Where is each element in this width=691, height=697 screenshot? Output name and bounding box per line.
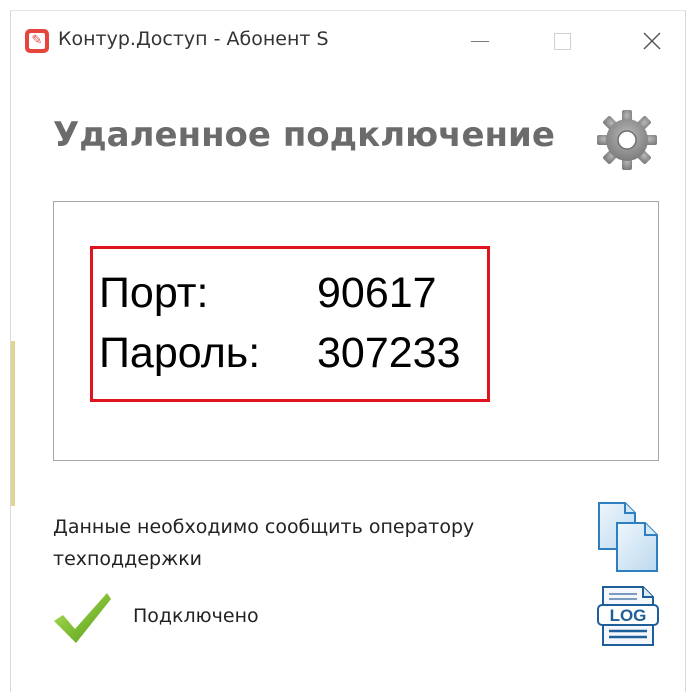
app-window: ✎ Контур.Доступ - Абонент S Удаленное по… xyxy=(10,10,686,692)
gear-icon[interactable] xyxy=(595,108,659,172)
close-button[interactable] xyxy=(629,21,675,61)
close-icon xyxy=(643,32,661,50)
kontur-app-icon: ✎ xyxy=(25,29,49,53)
checkmark-icon xyxy=(54,593,111,643)
window-edge-accent xyxy=(11,341,15,506)
port-value: 90617 xyxy=(317,269,437,317)
password-value: 307233 xyxy=(317,329,461,377)
maximize-icon xyxy=(553,32,571,50)
maximize-button[interactable] xyxy=(539,21,585,61)
connection-status: Подключено xyxy=(133,605,259,627)
minimize-icon xyxy=(471,40,489,42)
copy-icon[interactable] xyxy=(595,501,661,573)
log-badge-text: LOG xyxy=(610,606,647,625)
support-note: Данные необходимо сообщить оператору тех… xyxy=(53,516,475,570)
port-label: Порт: xyxy=(99,269,209,317)
window-title: Контур.Доступ - Абонент S xyxy=(58,28,329,50)
connection-info-panel: Порт: 90617 Пароль: 307233 xyxy=(53,201,659,461)
minimize-button[interactable] xyxy=(457,21,503,61)
password-label: Пароль: xyxy=(99,329,261,377)
credentials-highlight: Порт: 90617 Пароль: 307233 xyxy=(90,246,490,402)
log-file-icon[interactable]: LOG xyxy=(595,585,661,647)
page-title: Удаленное подключение xyxy=(53,115,555,155)
title-bar[interactable]: ✎ Контур.Доступ - Абонент S xyxy=(11,11,685,69)
